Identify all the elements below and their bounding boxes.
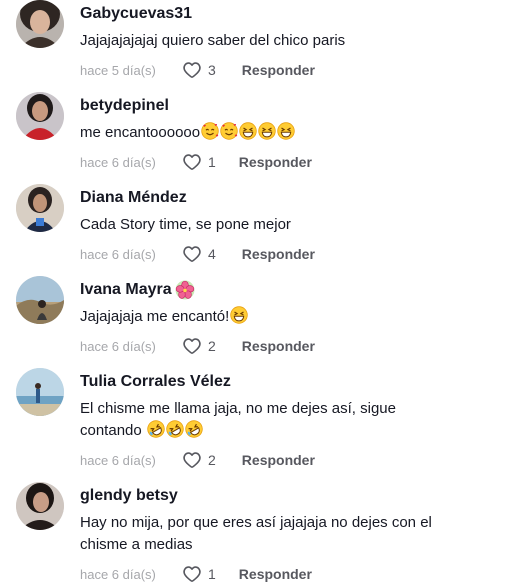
comment-meta: hace 6 día(s) 2 Responder bbox=[80, 336, 480, 356]
reply-button[interactable]: Responder bbox=[239, 566, 312, 582]
hibiscus-icon bbox=[174, 280, 195, 300]
reply-button[interactable]: Responder bbox=[242, 452, 315, 468]
comment-text: me encantoooooo bbox=[80, 122, 480, 144]
avatar[interactable] bbox=[16, 276, 64, 324]
grinning-squinting-face-icon bbox=[277, 122, 296, 140]
grinning-squinting-face-icon bbox=[230, 306, 249, 324]
like-button[interactable]: 1 bbox=[182, 564, 216, 584]
avatar[interactable] bbox=[16, 0, 64, 48]
comment-username[interactable]: Diana Méndez bbox=[80, 188, 187, 208]
smiling-face-with-hearts-icon bbox=[220, 122, 239, 140]
comment-meta: hace 6 día(s) 4 Responder bbox=[80, 244, 480, 264]
like-count: 1 bbox=[208, 154, 216, 170]
avatar[interactable] bbox=[16, 184, 64, 232]
heart-icon bbox=[183, 566, 201, 583]
comment-username[interactable]: Ivana Mayra bbox=[80, 280, 195, 300]
comment-date: hace 6 día(s) bbox=[80, 154, 156, 170]
like-count: 2 bbox=[208, 452, 216, 468]
like-count: 4 bbox=[208, 246, 216, 262]
comment-text: El chisme me llama jaja, no me dejes así… bbox=[80, 400, 396, 439]
comment-username[interactable]: betydepinel bbox=[80, 96, 169, 116]
comment-text: Hay no mija, por que eres así jajajaja n… bbox=[80, 514, 432, 553]
avatar[interactable] bbox=[16, 368, 64, 416]
grinning-squinting-face-icon bbox=[258, 122, 277, 140]
comment-meta: hace 5 día(s) 3 Responder bbox=[80, 60, 480, 80]
reply-button[interactable]: Responder bbox=[242, 338, 315, 354]
like-count: 2 bbox=[208, 338, 216, 354]
comment-date: hace 6 día(s) bbox=[80, 338, 156, 354]
heart-icon bbox=[183, 338, 201, 355]
comment-meta: hace 6 día(s) 2 Responder bbox=[80, 450, 480, 470]
like-button[interactable]: 3 bbox=[182, 60, 216, 80]
comment-meta: hace 6 día(s) 1 Responder bbox=[80, 564, 480, 584]
like-button[interactable]: 1 bbox=[182, 152, 216, 172]
like-count: 3 bbox=[208, 62, 216, 78]
smiling-face-with-hearts-icon bbox=[201, 122, 220, 140]
comment-text: Cada Story time, se pone mejor bbox=[80, 216, 291, 233]
rolling-on-floor-laughing-icon bbox=[165, 420, 184, 438]
rolling-on-floor-laughing-icon bbox=[146, 420, 165, 438]
comment-username[interactable]: glendy betsy bbox=[80, 486, 178, 506]
comment-date: hace 6 día(s) bbox=[80, 246, 156, 262]
like-count: 1 bbox=[208, 566, 216, 582]
reply-button[interactable]: Responder bbox=[239, 154, 312, 170]
reply-button[interactable]: Responder bbox=[242, 62, 315, 78]
comment-text: Jajajajajajaj quiero saber del chico par… bbox=[80, 32, 346, 49]
comment-list: Gabycuevas31 Jajajajajajaj quiero saber … bbox=[0, 0, 510, 588]
comment-date: hace 6 día(s) bbox=[80, 452, 156, 468]
heart-icon bbox=[183, 154, 201, 170]
rolling-on-floor-laughing-icon bbox=[184, 420, 203, 438]
like-button[interactable]: 2 bbox=[182, 336, 216, 356]
heart-icon bbox=[183, 452, 201, 469]
avatar[interactable] bbox=[16, 482, 64, 530]
comment-text: Jajajajaja me encantó! bbox=[80, 306, 480, 328]
like-button[interactable]: 2 bbox=[182, 450, 216, 470]
avatar[interactable] bbox=[16, 92, 64, 140]
comment-meta: hace 6 día(s) 1 Responder bbox=[80, 152, 480, 172]
heart-icon bbox=[183, 246, 201, 263]
comment-username[interactable]: Tulia Corrales Vélez bbox=[80, 372, 231, 392]
like-button[interactable]: 4 bbox=[182, 244, 216, 264]
grinning-squinting-face-icon bbox=[239, 122, 258, 140]
comment-date: hace 6 día(s) bbox=[80, 566, 156, 582]
heart-icon bbox=[183, 62, 201, 78]
comment-username[interactable]: Gabycuevas31 bbox=[80, 4, 192, 24]
reply-button[interactable]: Responder bbox=[242, 246, 315, 262]
comment-date: hace 5 día(s) bbox=[80, 62, 156, 78]
